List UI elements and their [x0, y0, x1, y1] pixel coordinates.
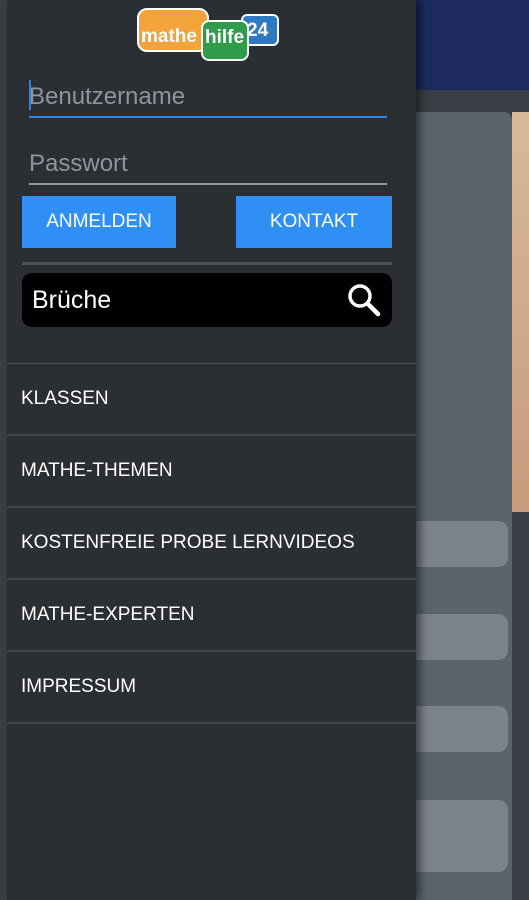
text-cursor — [29, 80, 31, 110]
menu-item-lernvideos[interactable]: KOSTENFREIE PROBE LERNVIDEOS — [7, 508, 416, 580]
menu-item-impressum[interactable]: IMPRESSUM — [7, 652, 416, 724]
divider — [22, 262, 392, 265]
menu-item-label: MATHE-THEMEN — [21, 460, 173, 481]
password-field[interactable] — [29, 145, 387, 185]
app-logo: mathe 24 hilfe — [137, 8, 283, 62]
search-bar[interactable]: Brüche — [22, 273, 392, 327]
login-button[interactable]: ANMELDEN — [22, 196, 176, 248]
menu-list: KLASSEN MATHE-THEMEN KOSTENFREIE PROBE L… — [7, 363, 416, 724]
menu-item-label: IMPRESSUM — [21, 676, 137, 697]
logo-mathe: mathe — [137, 8, 209, 52]
menu-item-mathe-themen[interactable]: MATHE-THEMEN — [7, 436, 416, 508]
background-photo — [512, 112, 529, 512]
menu-item-klassen[interactable]: KLASSEN — [7, 364, 416, 436]
search-icon[interactable] — [346, 282, 382, 318]
screen-edge — [0, 0, 7, 900]
contact-button[interactable]: KONTAKT — [236, 196, 392, 248]
menu-item-label: KLASSEN — [21, 388, 109, 409]
logo-hilfe: hilfe — [201, 20, 249, 61]
menu-item-mathe-experten[interactable]: MATHE-EXPERTEN — [7, 580, 416, 652]
navigation-drawer: mathe 24 hilfe ANMELDEN KONTAKT Brüche K… — [7, 0, 416, 900]
menu-item-label: MATHE-EXPERTEN — [21, 604, 195, 625]
username-field[interactable] — [29, 78, 387, 118]
search-input[interactable]: Brüche — [32, 286, 346, 315]
menu-item-label: KOSTENFREIE PROBE LERNVIDEOS — [21, 532, 355, 553]
